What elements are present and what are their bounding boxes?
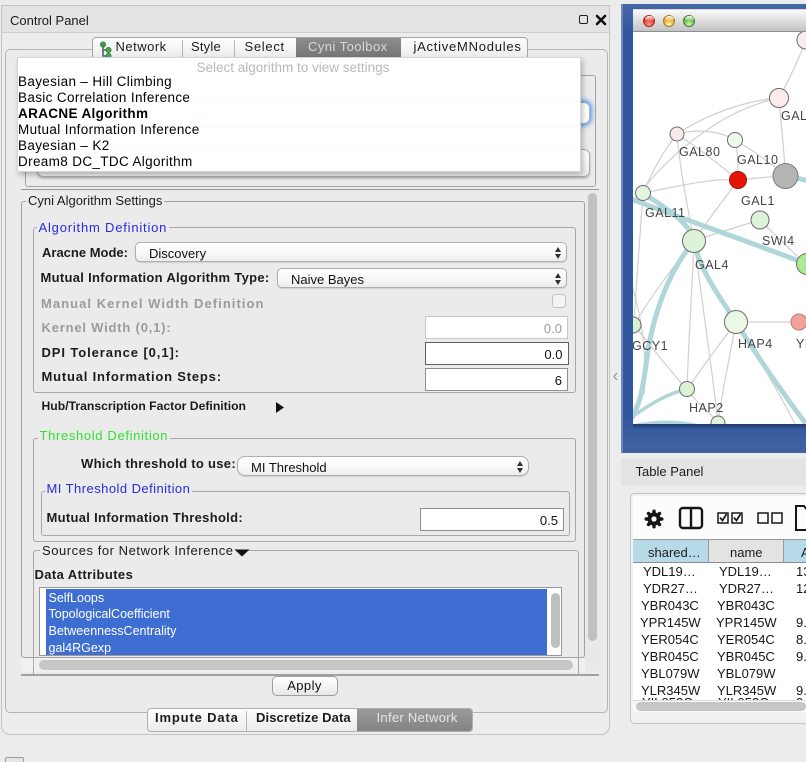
svg-text:SWI4: SWI4 bbox=[762, 234, 795, 248]
svg-text:HAP2: HAP2 bbox=[689, 401, 724, 415]
svg-text:GAL11: GAL11 bbox=[645, 206, 686, 220]
svg-text:YE: YE bbox=[796, 337, 806, 351]
svg-text:GAL4: GAL4 bbox=[695, 258, 729, 272]
svg-text:GAL80: GAL80 bbox=[679, 145, 720, 159]
svg-text:HAP4: HAP4 bbox=[738, 337, 773, 351]
svg-text:GAL10: GAL10 bbox=[737, 153, 778, 167]
svg-text:GCY1: GCY1 bbox=[633, 339, 668, 353]
svg-text:GAL2: GAL2 bbox=[781, 109, 806, 123]
svg-text:GAL1: GAL1 bbox=[741, 194, 775, 208]
